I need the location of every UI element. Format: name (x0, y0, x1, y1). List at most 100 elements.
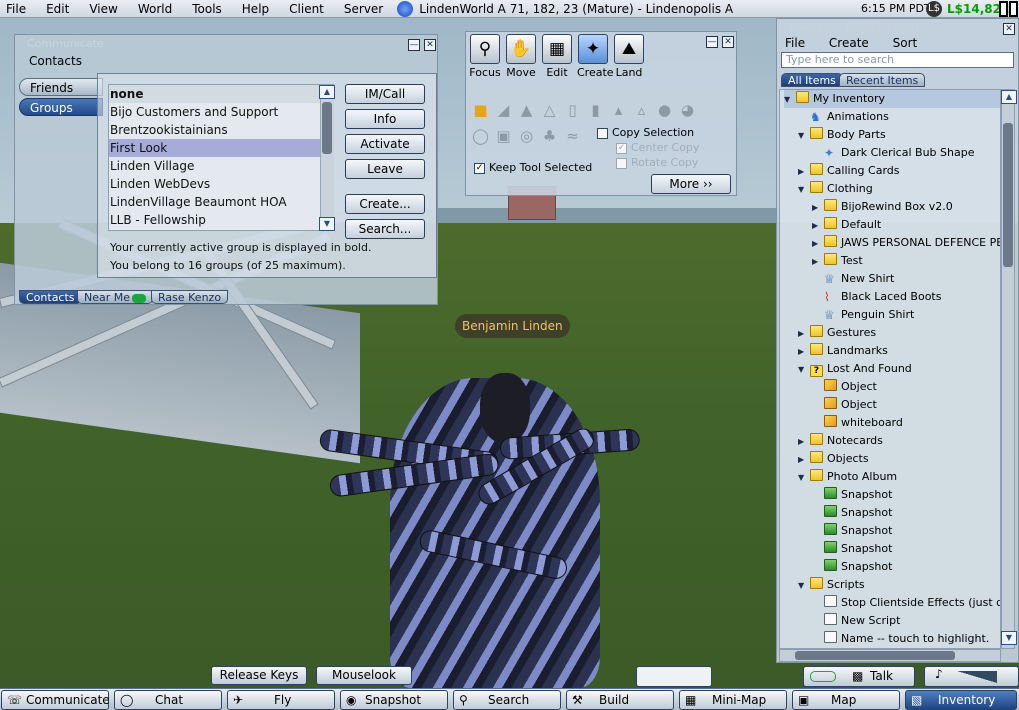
menu-file[interactable]: File (0, 0, 36, 18)
inventory-item[interactable]: ▼ My Inventory (784, 90, 1000, 109)
tab-contacts[interactable]: Contacts (19, 290, 82, 304)
leave-button[interactable]: Leave (345, 159, 425, 179)
minimize-icon[interactable]: — (408, 39, 420, 51)
group-row-selected[interactable]: First Look (109, 139, 333, 157)
sphere-shape-icon[interactable]: ● (656, 102, 673, 119)
collapsed-arrow-icon[interactable]: ▶ (812, 235, 824, 253)
menu-world[interactable]: World (128, 0, 182, 18)
inventory-item[interactable]: ▶ Default (812, 216, 1000, 234)
inventory-item[interactable]: Snapshot (812, 486, 1000, 504)
search-button[interactable]: ⚲ Search (453, 690, 561, 710)
group-row[interactable]: LLB - Fellowship (109, 211, 333, 229)
inventory-item[interactable]: ▼ Body Parts (798, 126, 1000, 145)
inventory-menu-create[interactable]: Create (829, 36, 869, 50)
group-row[interactable]: Linden Village (109, 157, 333, 175)
focus-tool-button[interactable]: ⚲ Focus (469, 34, 501, 79)
inventory-item[interactable]: ▶ Objects (798, 450, 1000, 469)
search-group-button[interactable]: Search... (345, 219, 425, 239)
scroll-up-icon[interactable]: ▲ (319, 85, 335, 99)
tube-shape-icon[interactable]: ▣ (495, 128, 512, 145)
inventory-item[interactable]: ♕ New Shirt (812, 270, 1000, 288)
inventory-button[interactable]: ▧ Inventory (905, 690, 1017, 710)
inventory-item[interactable]: ♞ Animations (798, 108, 1000, 126)
close-icon[interactable]: ✕ (1003, 23, 1015, 35)
create-group-button[interactable]: Create... (345, 194, 425, 214)
collapsed-arrow-icon[interactable]: ▶ (798, 325, 810, 343)
build-button[interactable]: ⚒ Build (566, 690, 674, 710)
snapshot-button[interactable]: ◉ Snapshot (340, 690, 448, 710)
collapsed-arrow-icon[interactable]: ▶ (798, 433, 810, 451)
inventory-item[interactable]: New Script (812, 612, 1000, 630)
inventory-tree[interactable]: ▼ My Inventory ♞ Animations ▼ Body Parts ✦ Dark… (779, 89, 1001, 649)
edit-tool-button[interactable]: ▦ Edit (541, 34, 573, 79)
release-keys-button[interactable]: Release Keys (211, 666, 307, 685)
collapsed-arrow-icon[interactable]: ▶ (812, 253, 824, 271)
inventory-item[interactable]: ▶ Calling Cards (798, 162, 1000, 180)
close-icon[interactable]: ✕ (424, 39, 436, 51)
move-tool-button[interactable]: ✋ Move (505, 34, 537, 79)
window-close-icon[interactable] (1009, 1, 1018, 17)
close-icon[interactable]: ✕ (722, 36, 734, 48)
torus-shape-icon[interactable]: ◯ (472, 128, 489, 145)
inventory-item[interactable]: Object (812, 396, 1000, 414)
inventory-item[interactable]: Name -- touch to highlight. (812, 630, 1000, 648)
group-row[interactable]: none (109, 85, 333, 103)
inventory-item[interactable]: ▼ Scripts (798, 576, 1000, 594)
volume-control[interactable]: ♪ (924, 666, 1019, 687)
inventory-item[interactable]: ▼ Photo Album (798, 468, 1000, 486)
inventory-scroll-thumb[interactable] (1003, 123, 1013, 267)
avatar-head[interactable] (480, 373, 530, 443)
inventory-hscroll-thumb[interactable] (795, 651, 955, 660)
land-tool-button[interactable]: ⛰ Land (613, 34, 645, 79)
expanded-arrow-icon[interactable]: ▼ (798, 181, 810, 199)
inventory-item[interactable]: ♕ Penguin Shirt (812, 306, 1000, 324)
info-button[interactable]: Info (345, 109, 425, 129)
rotate-copy-checkbox[interactable] (616, 158, 627, 169)
linden-dollar-icon[interactable]: L$ (926, 1, 942, 17)
menu-client[interactable]: Client (279, 0, 334, 18)
scroll-down-icon[interactable]: ▼ (1001, 631, 1017, 645)
keep-tool-checkbox[interactable]: ✓ (474, 163, 485, 174)
ring-shape-icon[interactable]: ◎ (518, 128, 535, 145)
scroll-down-icon[interactable]: ▼ (319, 217, 335, 231)
location-globe-icon[interactable] (397, 0, 414, 17)
collapsed-arrow-icon[interactable]: ▶ (798, 451, 810, 469)
menu-view[interactable]: View (79, 0, 127, 18)
menu-help[interactable]: Help (232, 0, 279, 18)
inventory-item[interactable]: ▼ Clothing (798, 180, 1000, 199)
more-button[interactable]: More ›› (651, 174, 731, 194)
half-cylinder-shape-icon[interactable]: ▮ (587, 102, 604, 119)
inventory-item[interactable]: ▶ Notecards (798, 432, 1000, 451)
tab-im-session[interactable]: Rase Kenzo (151, 290, 229, 304)
expanded-arrow-icon[interactable]: ▼ (798, 127, 810, 145)
tab-near-me[interactable]: Near Me (77, 290, 154, 304)
inventory-search-input[interactable]: Type here to search (781, 52, 1014, 68)
inventory-item[interactable]: whiteboard (812, 414, 1000, 432)
communicate-button[interactable]: ☏ Communicate (1, 690, 110, 710)
inventory-item[interactable]: Stop Clientside Effects (just drop (812, 594, 1000, 612)
scroll-up-icon[interactable]: ▲ (1001, 90, 1017, 104)
cube-shape-icon[interactable]: ■ (472, 102, 489, 119)
tab-recent-items[interactable]: Recent Items (839, 73, 926, 87)
scroll-thumb[interactable] (322, 102, 332, 154)
inventory-menu-file[interactable]: File (785, 36, 805, 50)
inventory-item[interactable]: ▶ BijoRewind Box v2.0 (812, 198, 1000, 216)
location-text[interactable]: LindenWorld A 71, 182, 23 (Mature) - Lin… (419, 2, 741, 16)
inventory-item[interactable]: Snapshot (812, 540, 1000, 558)
group-list[interactable]: none Bijo Customers and Support Brentzoo… (108, 84, 334, 231)
cone-shape-icon[interactable]: ▴ (610, 102, 627, 119)
window-restore-icon[interactable] (999, 1, 1008, 17)
inventory-item[interactable]: ▶ JAWS PERSONAL DEFENCE PET!!! (812, 234, 1000, 253)
grass-shape-icon[interactable]: ≈ (564, 128, 581, 145)
tab-all-items[interactable]: All Items (781, 73, 843, 87)
inventory-item[interactable]: Object (812, 378, 1000, 396)
group-row[interactable]: LindenVillage Beaumont HOA (109, 193, 333, 211)
inventory-menu-sort[interactable]: Sort (893, 36, 918, 50)
inventory-item[interactable]: Snapshot (812, 504, 1000, 522)
collapsed-arrow-icon[interactable]: ▶ (798, 343, 810, 361)
expanded-arrow-icon[interactable]: ▼ (784, 91, 796, 109)
group-row[interactable]: Brentzookistainians (109, 121, 333, 139)
minimap-button[interactable]: ▦ Mini-Map (679, 690, 787, 710)
mouselook-button[interactable]: Mouselook (316, 666, 412, 685)
inventory-item[interactable]: ⌇ Black Laced Boots (812, 288, 1000, 306)
